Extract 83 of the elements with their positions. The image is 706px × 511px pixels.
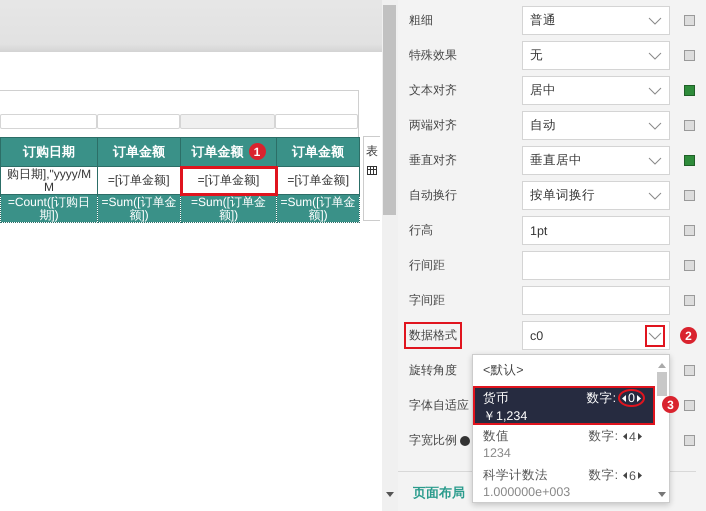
digits-label: 数字: bbox=[588, 467, 618, 484]
empty-cell[interactable] bbox=[180, 114, 276, 129]
input-field[interactable]: 1pt bbox=[522, 216, 670, 245]
step-badge: 3 bbox=[662, 396, 679, 413]
digits-label: 数字: bbox=[588, 428, 618, 445]
select-field[interactable]: c0 bbox=[522, 321, 670, 350]
digits-stepper[interactable]: 0 bbox=[618, 389, 645, 407]
dropdown-option[interactable]: 科学计数法 数字: 6 1.000000e+003 bbox=[473, 464, 655, 503]
property-label: 行高 bbox=[408, 222, 434, 239]
empty-cell[interactable] bbox=[0, 114, 97, 129]
left-triangle-icon[interactable] bbox=[622, 394, 626, 402]
property-label: 字间距 bbox=[408, 292, 446, 309]
format-name: 数值 bbox=[483, 428, 509, 445]
side-tab[interactable]: 表 bbox=[363, 136, 380, 221]
status-indicator[interactable] bbox=[684, 435, 695, 446]
format-sample: 1.000000e+003 bbox=[483, 485, 572, 499]
property-label: 特殊效果 bbox=[408, 47, 458, 64]
status-indicator[interactable] bbox=[684, 295, 695, 306]
digits-stepper[interactable]: 6 bbox=[620, 468, 645, 484]
summary-cell[interactable]: =Sum([订单金额]) bbox=[276, 194, 360, 222]
summary-cell[interactable]: =Sum([订单金额]) bbox=[180, 194, 276, 222]
property-label: 两端对齐 bbox=[408, 117, 458, 134]
column-header: 订单金额 bbox=[98, 138, 180, 166]
input-field[interactable] bbox=[522, 286, 670, 315]
status-indicator[interactable] bbox=[684, 260, 695, 271]
side-tab-label: 表 bbox=[366, 143, 378, 160]
chevron-icon[interactable] bbox=[645, 324, 665, 346]
property-label: 字宽比例 bbox=[408, 432, 458, 449]
select-field[interactable]: 居中 bbox=[522, 76, 670, 105]
input-field[interactable] bbox=[522, 251, 670, 280]
scrollbar-thumb[interactable] bbox=[657, 372, 667, 396]
select-field[interactable]: 普通 bbox=[522, 6, 670, 35]
select-field[interactable]: 自动 bbox=[522, 111, 670, 140]
dropdown-option[interactable]: <默认> bbox=[473, 355, 655, 386]
left-triangle-icon[interactable] bbox=[623, 433, 628, 440]
digits-label: 数字: bbox=[586, 390, 616, 406]
format-sample: ￥1,234 bbox=[483, 408, 528, 425]
summary-cell[interactable]: =Count([订购日期]) bbox=[0, 194, 98, 222]
status-indicator[interactable] bbox=[684, 120, 695, 131]
left-triangle-icon[interactable] bbox=[623, 472, 628, 479]
summary-cell[interactable]: =Sum([订单金额]) bbox=[98, 194, 180, 222]
property-label: 旋转角度 bbox=[408, 362, 458, 379]
select-field[interactable]: 按单词换行 bbox=[522, 181, 670, 210]
select-field[interactable]: 无 bbox=[522, 41, 670, 70]
scroll-up-icon[interactable] bbox=[658, 363, 666, 368]
scroll-down-icon[interactable] bbox=[658, 492, 666, 497]
property-label: 文本对齐 bbox=[408, 82, 458, 99]
status-indicator[interactable] bbox=[684, 15, 695, 26]
field-cell[interactable]: =[订单金额] bbox=[276, 166, 360, 194]
status-indicator[interactable] bbox=[684, 50, 695, 61]
info-icon[interactable] bbox=[460, 436, 470, 446]
dropdown-option[interactable]: 数值 数字: 4 1234 bbox=[473, 425, 655, 464]
field-cell[interactable]: 购日期],"yyyy/MM bbox=[0, 166, 98, 194]
format-name: 科学计数法 bbox=[483, 467, 548, 484]
status-indicator[interactable] bbox=[684, 225, 695, 236]
right-triangle-icon[interactable] bbox=[638, 433, 642, 440]
status-indicator[interactable] bbox=[684, 155, 695, 166]
property-label: 数据格式 bbox=[404, 322, 462, 349]
format-sample: 1234 bbox=[483, 446, 512, 460]
digits-stepper[interactable]: 4 bbox=[620, 428, 645, 444]
property-label: 垂直对齐 bbox=[408, 152, 458, 169]
step-badge: 2 bbox=[680, 327, 697, 344]
grid-icon bbox=[367, 166, 377, 175]
property-label: 字体自适应 bbox=[408, 397, 470, 414]
right-triangle-icon[interactable] bbox=[637, 394, 641, 402]
status-indicator[interactable] bbox=[684, 365, 695, 376]
property-label: 自动换行 bbox=[408, 187, 458, 204]
select-field[interactable]: 垂直居中 bbox=[522, 146, 670, 175]
scrollbar-thumb[interactable] bbox=[383, 5, 396, 215]
status-indicator[interactable] bbox=[684, 85, 695, 96]
field-cell[interactable]: =[订单金额] bbox=[98, 166, 180, 194]
step-badge: 1 bbox=[248, 143, 266, 160]
scroll-down-icon[interactable] bbox=[386, 492, 394, 497]
status-indicator[interactable] bbox=[684, 190, 695, 201]
field-cell[interactable]: =[订单金额] bbox=[180, 166, 276, 194]
right-triangle-icon[interactable] bbox=[638, 472, 642, 479]
column-header: 订单金额 bbox=[276, 138, 360, 166]
property-label: 粗细 bbox=[408, 12, 434, 29]
status-indicator[interactable] bbox=[684, 400, 695, 411]
property-label: 行间距 bbox=[408, 257, 446, 274]
format-name: 货币 bbox=[483, 390, 509, 406]
column-header: 订购日期 bbox=[0, 138, 98, 166]
column-header: 订单金额 bbox=[192, 142, 244, 161]
